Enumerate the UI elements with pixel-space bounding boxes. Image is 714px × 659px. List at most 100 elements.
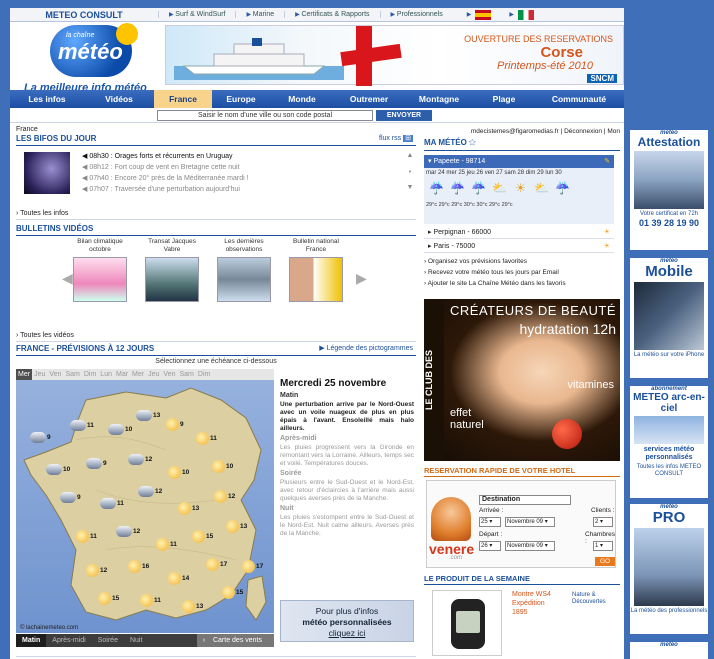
period-apres-midi[interactable]: Après-midi: [46, 634, 91, 647]
map-weather-marker[interactable]: 12: [128, 454, 152, 465]
map-weather-marker[interactable]: 11: [76, 530, 97, 543]
destination-input[interactable]: Destination: [479, 495, 571, 505]
day-tab[interactable]: Sam: [177, 369, 195, 380]
product-brand[interactable]: Nature & Découvertes: [572, 592, 616, 606]
edit-icon[interactable]: ✎: [604, 155, 610, 168]
map-weather-marker[interactable]: 12: [138, 486, 162, 497]
map-weather-marker[interactable]: 15: [192, 530, 213, 543]
clients-select[interactable]: 2 ▾: [593, 517, 613, 527]
scroll-down-icon[interactable]: ▼: [406, 184, 414, 191]
video-thumb[interactable]: [289, 257, 343, 302]
map-weather-marker[interactable]: 17: [242, 560, 263, 573]
news-item[interactable]: ◀ 07h40 : Encore 20° près de la Méditerr…: [82, 173, 402, 184]
all-news-link[interactable]: › Toutes les infos: [16, 210, 68, 217]
day-tab[interactable]: Lun: [98, 369, 114, 380]
map-weather-marker[interactable]: 12: [214, 490, 235, 503]
nav-outremer[interactable]: Outremer: [334, 90, 404, 108]
day-tab[interactable]: Jeu: [146, 369, 161, 380]
beauty-ad[interactable]: LE CLUB DES CRÉATEURS DE BEAUTÉ hydratat…: [424, 299, 620, 461]
top-link-surf[interactable]: Surf & WindSurf: [158, 11, 235, 18]
ad-more[interactable]: météo: [630, 642, 708, 659]
map-weather-marker[interactable]: 15: [222, 586, 243, 599]
map-weather-marker[interactable]: 16: [128, 560, 149, 573]
rss-link[interactable]: flux rss ⊞: [379, 134, 413, 142]
map-weather-marker[interactable]: 13: [182, 600, 203, 613]
departure-month-select[interactable]: Novembre 09 ▾: [505, 541, 555, 551]
breadcrumb[interactable]: France: [16, 126, 38, 133]
search-submit-button[interactable]: ENVOYER: [376, 110, 432, 121]
nav-videos[interactable]: Vidéos: [84, 90, 154, 108]
day-tab[interactable]: Sam: [63, 369, 81, 380]
go-button[interactable]: GO: [595, 557, 615, 566]
nav-plage[interactable]: Plage: [474, 90, 534, 108]
news-item[interactable]: ◀ 08h12 : Fort coup de vent en Bretagne …: [82, 162, 402, 173]
map-weather-marker[interactable]: 10: [108, 424, 132, 435]
link-email[interactable]: › Recevez votre météo tous les jours par…: [424, 267, 620, 278]
day-tab[interactable]: Jeu: [32, 369, 47, 380]
nav-europe[interactable]: Europe: [212, 90, 270, 108]
video-thumb[interactable]: [217, 257, 271, 302]
storm-thumbnail[interactable]: [24, 152, 70, 194]
city-search-input[interactable]: Saisir le nom d'une ville ou son code po…: [157, 110, 373, 121]
top-link-pro[interactable]: Professionnels: [379, 11, 453, 18]
italy-flag-icon[interactable]: [517, 9, 534, 20]
meteo-consult-link[interactable]: METEO CONSULT: [10, 10, 158, 20]
rooms-select[interactable]: 1 ▾: [593, 541, 613, 551]
news-item[interactable]: ◀ 07h07 : Traversée d'une perturbation a…: [82, 184, 402, 195]
map-weather-marker[interactable]: 15: [98, 592, 119, 605]
video-thumb[interactable]: [73, 257, 127, 302]
video-item[interactable]: Bulletin national France: [286, 238, 346, 302]
nav-france[interactable]: France: [154, 90, 212, 108]
video-thumb[interactable]: [145, 257, 199, 302]
map-weather-marker[interactable]: 12: [116, 526, 140, 537]
map-weather-marker[interactable]: 9: [86, 458, 107, 469]
city-row-paris[interactable]: ▸ Paris - 75000 ☀: [424, 240, 614, 253]
map-weather-marker[interactable]: 13: [136, 410, 160, 421]
map-weather-marker[interactable]: 9: [166, 418, 184, 431]
arrival-month-select[interactable]: Novembre 09 ▾: [505, 517, 555, 527]
day-tab[interactable]: Dim: [196, 369, 212, 380]
all-videos-link[interactable]: › Toutes les vidéos: [16, 332, 74, 339]
nav-communaute[interactable]: Communauté: [534, 90, 624, 108]
departure-day-select[interactable]: 26 ▾: [479, 541, 501, 551]
link-organize[interactable]: › Organisez vos prévisions favorites: [424, 256, 620, 267]
banner-ad[interactable]: OUVERTURE DES RESERVATIONS Corse Printem…: [165, 25, 624, 86]
video-item[interactable]: Transat Jacques Vabre: [142, 238, 202, 302]
top-link-marine[interactable]: Marine: [235, 11, 284, 18]
day-tab[interactable]: Dim: [82, 369, 98, 380]
spain-flag-icon[interactable]: [475, 9, 492, 20]
map-weather-marker[interactable]: 11: [196, 432, 217, 445]
day-tab[interactable]: Ven: [161, 369, 177, 380]
map-weather-marker[interactable]: 11: [140, 594, 161, 607]
city-bar[interactable]: ▾ Papeete - 98714 ✎: [424, 155, 614, 168]
ad-mobile[interactable]: météo Mobile La météo sur votre iPhone: [630, 258, 708, 378]
day-tab[interactable]: Mer: [130, 369, 146, 380]
map-weather-marker[interactable]: 17: [206, 558, 227, 571]
map-weather-marker[interactable]: 13: [178, 502, 199, 515]
scroll-up-icon[interactable]: ▲: [406, 152, 414, 159]
map-weather-marker[interactable]: 9: [60, 492, 81, 503]
site-logo[interactable]: la chaîne météo: [50, 23, 138, 77]
france-map[interactable]: 9 11 10 13 9 11 10 9 12 10 10 9 11 12 13 12 11 12 11 15 13 12…: [16, 380, 274, 633]
ad-arc-en-ciel[interactable]: abonnement METEO arc-en-ciel services mé…: [630, 386, 708, 498]
arrival-day-select[interactable]: 25 ▾: [479, 517, 501, 527]
product-text[interactable]: Montre WS4 Expédition 1895: [512, 590, 551, 617]
map-weather-marker[interactable]: 14: [168, 572, 189, 585]
map-weather-marker[interactable]: 9: [30, 432, 51, 443]
period-matin[interactable]: Matin: [16, 634, 47, 647]
period-soiree[interactable]: Soirée: [92, 634, 124, 647]
ad-attestation[interactable]: météo Attestation Votre certificat en 72…: [630, 130, 708, 250]
link-favoris[interactable]: › Ajouter le site La Chaîne Météo dans l…: [424, 278, 620, 289]
map-weather-marker[interactable]: 11: [100, 498, 124, 509]
nav-montagne[interactable]: Montagne: [404, 90, 474, 108]
period-nuit[interactable]: Nuit: [124, 634, 148, 647]
video-item[interactable]: Les dernières observations: [214, 238, 274, 302]
product-image[interactable]: [432, 590, 502, 656]
day-tab[interactable]: Mer: [16, 369, 33, 380]
next-arrow-icon[interactable]: ▶: [356, 270, 367, 287]
legend-link[interactable]: ▶ Légende des pictogrammes: [319, 344, 413, 352]
infobox-link[interactable]: cliquez ici: [281, 628, 413, 639]
nav-monde[interactable]: Monde: [270, 90, 334, 108]
map-weather-marker[interactable]: 10: [168, 466, 189, 479]
city-row-perpignan[interactable]: ▸ Perpignan - 66000 ☀: [424, 226, 614, 239]
